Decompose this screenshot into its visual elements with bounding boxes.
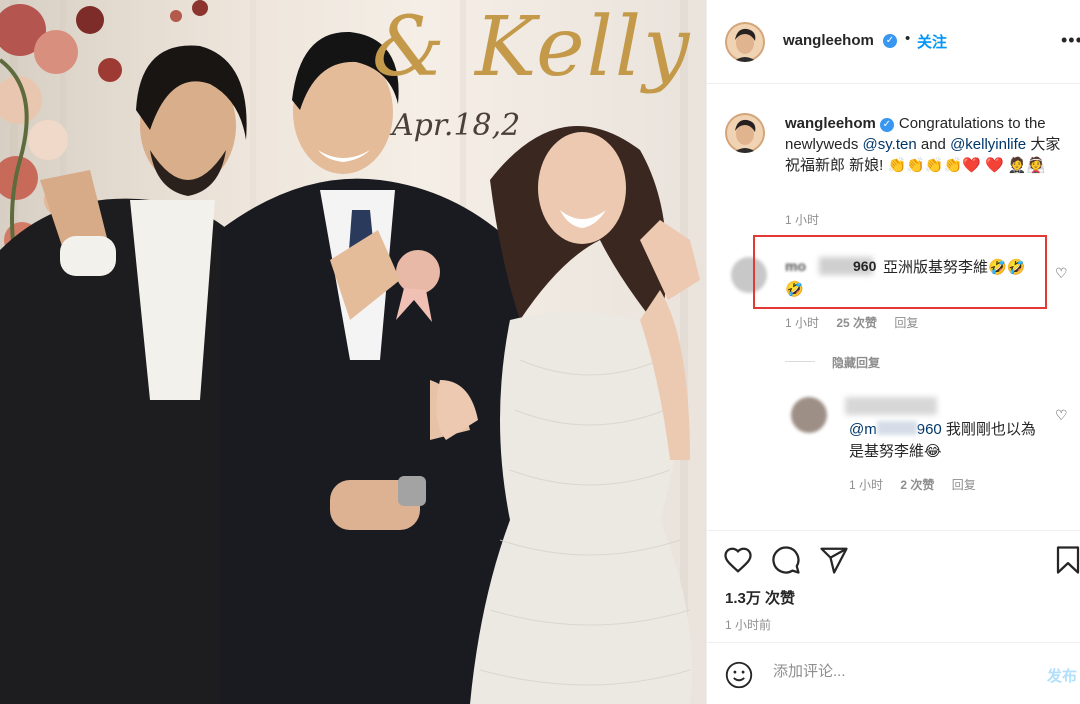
likes-count[interactable]: 1.3万 次赞: [725, 587, 795, 608]
follow-button[interactable]: 关注: [917, 31, 947, 52]
comment-icon[interactable]: [771, 545, 801, 575]
sign-text: & Kelly: [372, 0, 692, 95]
comment-reply-button[interactable]: 回复: [894, 316, 918, 330]
reply-like-icon[interactable]: ♡: [1055, 407, 1068, 424]
comment-highlight-box: [753, 235, 1047, 309]
more-options-icon[interactable]: •••: [1061, 30, 1080, 51]
reply-mention-tail[interactable]: 960: [917, 421, 942, 438]
post-timestamp: 1 小时前: [725, 618, 772, 632]
comment-input[interactable]: [773, 663, 1023, 680]
post-caption: wangleehom ✓ Congratulations to the newlyw…: [785, 113, 1075, 176]
send-icon[interactable]: [819, 545, 849, 575]
verified-badge-icon: ✓: [883, 34, 897, 48]
mention-link-groom[interactable]: @sy.ten: [863, 136, 917, 153]
author-username[interactable]: wangleehom: [783, 32, 874, 49]
bookmark-icon[interactable]: [1053, 545, 1080, 575]
caption-text-and: and: [916, 136, 951, 153]
mention-link-bride[interactable]: @kellyinlife: [950, 136, 1026, 153]
caption-author-avatar[interactable]: [725, 113, 765, 153]
hide-replies-button[interactable]: 隐藏回复: [832, 354, 880, 371]
comment-time: 1 小时: [785, 316, 820, 330]
post-actions: 1.3万 次赞 1 小时前: [707, 530, 1080, 642]
post-comment-button[interactable]: 发布: [1047, 665, 1077, 686]
heart-icon[interactable]: [723, 545, 753, 575]
caption-time: 1 小时: [785, 213, 820, 227]
caption-verified-icon: ✓: [879, 118, 894, 132]
header-separator: •: [905, 30, 911, 47]
reply-username-redaction: [845, 397, 937, 415]
reply-likes[interactable]: 2 次赞: [900, 478, 934, 492]
post-photo[interactable]: & Kelly Apr.18,2: [0, 0, 706, 704]
reply-meta: 1 小时 2 次赞 回复: [849, 476, 990, 493]
wedding-photo-illustration: [0, 0, 700, 704]
comment-meta: 1 小时 25 次赞 回复: [785, 314, 932, 331]
hide-replies-line: [785, 361, 815, 362]
comments-section[interactable]: wangleehom ✓ Congratulations to the newlyw…: [707, 85, 1080, 530]
reply-mention-redaction: [876, 421, 917, 435]
comment-like-icon[interactable]: ♡: [1055, 265, 1068, 282]
emoji-icon[interactable]: [725, 661, 753, 689]
post-side-panel: wangleehom ✓ • 关注 ••• wangleehom✓Congrat…: [706, 0, 1080, 704]
post-header: wangleehom ✓ • 关注 •••: [707, 0, 1080, 84]
reply-mention[interactable]: @m: [849, 421, 877, 438]
reply-reply-button[interactable]: 回复: [952, 478, 976, 492]
comment-likes[interactable]: 25 次赞: [836, 316, 877, 330]
replier-avatar[interactable]: [791, 397, 827, 433]
reply-time: 1 小时: [849, 478, 884, 492]
sign-date: Apr.18,2: [392, 108, 521, 143]
comment-composer: 发布: [707, 642, 1080, 704]
caption-username[interactable]: wangleehom: [785, 115, 876, 132]
author-avatar[interactable]: [725, 22, 765, 62]
reply-body: @m 960 我剛剛也以為是基努李維😂: [849, 419, 1049, 463]
